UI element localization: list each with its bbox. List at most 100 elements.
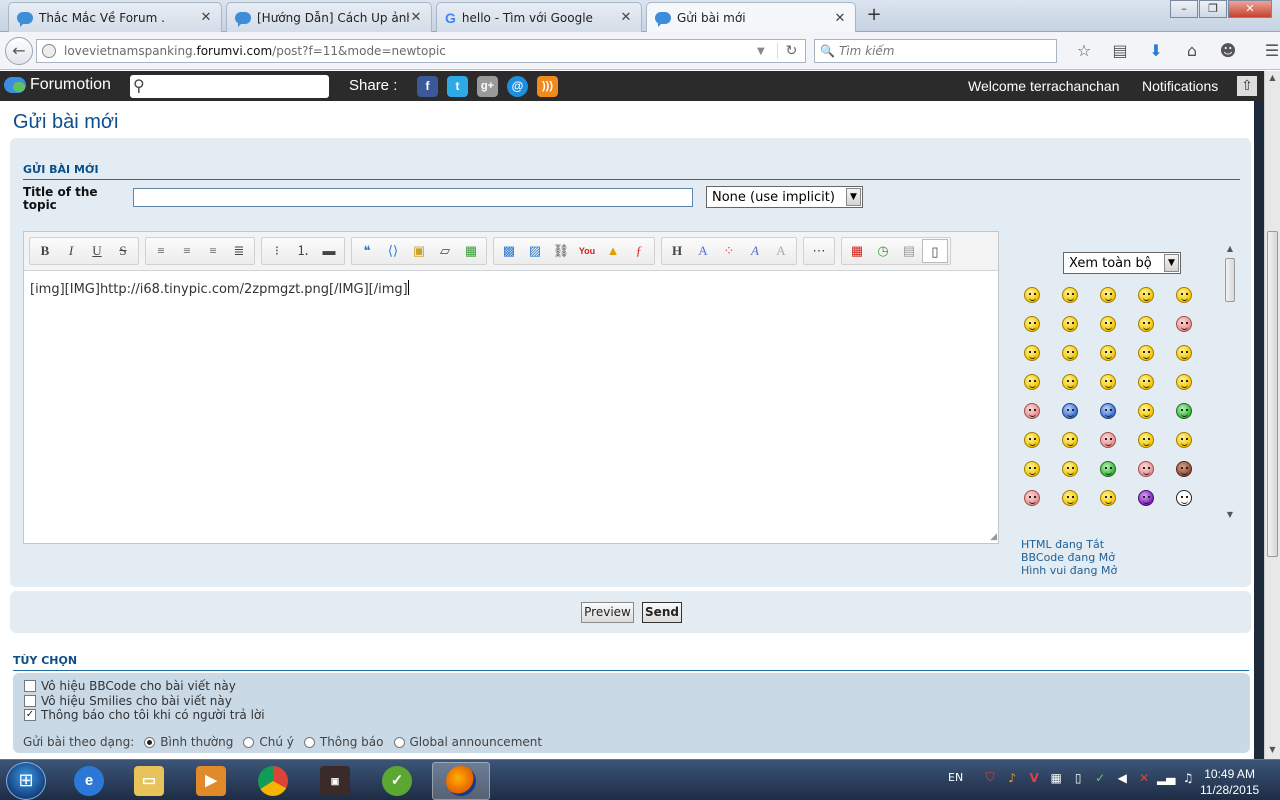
menu-icon[interactable]: ☰ <box>1254 40 1280 62</box>
youtube-icon[interactable]: You <box>574 239 600 263</box>
chat-icon[interactable]: ☻ <box>1210 40 1246 62</box>
smiley-icon[interactable] <box>1100 374 1116 390</box>
numbered-list-icon[interactable]: ⒈ <box>290 239 316 263</box>
tab-thac-mac[interactable]: Thắc Mắc Về Forum . ✕ <box>8 2 222 32</box>
smiley-icon[interactable] <box>1062 461 1078 477</box>
minimize-button[interactable]: – <box>1170 0 1198 18</box>
align-center-icon[interactable]: ≡ <box>174 239 200 263</box>
host-image-icon[interactable]: ▩ <box>496 239 522 263</box>
tab-huong-dan[interactable]: [Hướng Dẫn] Cách Up ảnh ... ✕ <box>226 2 432 32</box>
table-icon[interactable]: ▦ <box>458 239 484 263</box>
justify-icon[interactable]: ≣ <box>226 239 252 263</box>
smiley-icon[interactable] <box>1138 374 1154 390</box>
speaker-icon[interactable]: ♫ <box>1177 771 1199 785</box>
smiley-icon[interactable] <box>1100 403 1116 419</box>
bookmarks-list-icon[interactable]: ▤ <box>1102 40 1138 62</box>
smiley-icon[interactable] <box>1176 403 1192 419</box>
scroll-up-icon[interactable]: ▲ <box>1222 242 1238 256</box>
editor-content[interactable]: [img][IMG]http://i68.tinypic.com/2zpmgzt… <box>30 280 409 297</box>
check-icon[interactable]: ✓ <box>1089 771 1111 785</box>
smiley-icon[interactable] <box>1024 287 1040 303</box>
code-icon[interactable]: ⟨⟩ <box>380 239 406 263</box>
start-button[interactable]: ⊞ <box>6 762 46 800</box>
italic-icon[interactable]: I <box>58 239 84 263</box>
close-icon[interactable]: ✕ <box>619 10 633 25</box>
close-window-button[interactable]: ✕ <box>1228 0 1272 18</box>
app-tray-icon[interactable]: ▦ <box>1045 771 1067 785</box>
smiley-icon[interactable] <box>1176 374 1192 390</box>
smiley-icon[interactable] <box>1100 490 1116 506</box>
media-player-app[interactable]: ▶ <box>182 762 240 800</box>
smiley-icon[interactable] <box>1138 403 1154 419</box>
facebook-icon[interactable]: f <box>417 76 438 97</box>
forumotion-search-input[interactable]: ⚲ <box>130 75 329 98</box>
home-icon[interactable]: ⌂ <box>1174 40 1210 62</box>
page-scrollbar[interactable]: ▲ ▼ <box>1264 71 1280 759</box>
font-size-icon[interactable]: A <box>690 239 716 263</box>
forumotion-logo[interactable]: Forumotion <box>4 76 111 94</box>
unikey-icon[interactable]: ♪ <box>1001 771 1023 785</box>
dailymotion-icon[interactable]: ▲ <box>600 239 626 263</box>
quote-icon[interactable]: ❝ <box>354 239 380 263</box>
smiley-icon[interactable] <box>1100 316 1116 332</box>
more-options-icon[interactable]: ⋯ <box>806 239 832 263</box>
smiley-icon[interactable] <box>1024 461 1040 477</box>
smiley-icon[interactable] <box>1176 345 1192 361</box>
smiley-icon[interactable] <box>1024 432 1040 448</box>
smiley-icon[interactable] <box>1176 490 1192 506</box>
smilies-category-select[interactable]: Xem toàn bộ ▼ <box>1063 252 1181 274</box>
smiley-icon[interactable] <box>1024 316 1040 332</box>
preview-button[interactable]: Preview <box>581 602 634 623</box>
smiley-icon[interactable] <box>1138 432 1154 448</box>
topic-title-input[interactable] <box>133 188 693 207</box>
scroll-up-icon[interactable]: ▲ <box>1265 71 1280 87</box>
bold-icon[interactable]: B <box>32 239 58 263</box>
antivirus-icon[interactable]: V <box>1023 771 1045 785</box>
scroll-down-icon[interactable]: ▼ <box>1265 743 1280 759</box>
coccoc-app[interactable]: ✓ <box>368 762 426 800</box>
close-icon[interactable]: ✕ <box>833 11 847 26</box>
rss-icon[interactable]: ))) <box>537 76 558 97</box>
hide-icon[interactable]: ▱ <box>432 239 458 263</box>
download-icon[interactable]: ⬇ <box>1138 40 1174 62</box>
smilies-scrollbar[interactable]: ▲ ▼ <box>1222 242 1238 522</box>
radio-normal[interactable] <box>144 736 156 748</box>
close-icon[interactable]: ✕ <box>409 10 423 25</box>
browser-search-box[interactable]: 🔍 Tìm kiếm <box>814 39 1057 63</box>
welcome-user[interactable]: Welcome terrachanchan <box>968 78 1119 94</box>
restore-button[interactable]: ❐ <box>1199 0 1227 18</box>
smiley-icon[interactable] <box>1176 461 1192 477</box>
smiley-icon[interactable] <box>1100 432 1116 448</box>
collapse-toolbar-icon[interactable]: ⇧ <box>1237 76 1257 96</box>
font-face-icon[interactable]: A <box>742 239 768 263</box>
dropdown-arrow-icon[interactable]: ▼ <box>757 46 777 57</box>
device-icon[interactable]: ▯ <box>1067 771 1089 785</box>
smiley-icon[interactable] <box>1100 461 1116 477</box>
spoiler-icon[interactable]: ▣ <box>406 239 432 263</box>
scroll-thumb[interactable] <box>1267 231 1278 557</box>
smiley-icon[interactable] <box>1176 432 1192 448</box>
smiley-icon[interactable] <box>1024 490 1040 506</box>
option-disable-smilies[interactable]: Vô hiệu Smilies cho bài viết này <box>24 694 232 708</box>
align-right-icon[interactable]: ≡ <box>200 239 226 263</box>
smiley-icon[interactable] <box>1062 374 1078 390</box>
notifications-link[interactable]: Notifications <box>1142 78 1218 94</box>
new-tab-button[interactable]: + <box>864 5 884 25</box>
flash-icon[interactable]: ƒ <box>626 239 652 263</box>
send-button[interactable]: Send <box>642 602 682 623</box>
smiley-icon[interactable] <box>1100 345 1116 361</box>
image-icon[interactable]: ▨ <box>522 239 548 263</box>
smiley-icon[interactable] <box>1062 345 1078 361</box>
signal-icon[interactable]: ▂▄ <box>1155 771 1177 785</box>
tab-google-search[interactable]: G hello - Tìm với Google ✕ <box>436 2 642 32</box>
strikethrough-icon[interactable]: S <box>110 239 136 263</box>
underline-icon[interactable]: U <box>84 239 110 263</box>
network-error-icon[interactable]: ✕ <box>1133 771 1155 785</box>
smiley-icon[interactable] <box>1024 374 1040 390</box>
checkbox[interactable] <box>24 680 36 692</box>
remove-format-icon[interactable]: A <box>768 239 794 263</box>
smilies-link[interactable]: Hình vui <box>1021 564 1066 577</box>
smiley-icon[interactable] <box>1062 490 1078 506</box>
smiley-icon[interactable] <box>1024 345 1040 361</box>
radio-announcement[interactable] <box>303 736 315 748</box>
